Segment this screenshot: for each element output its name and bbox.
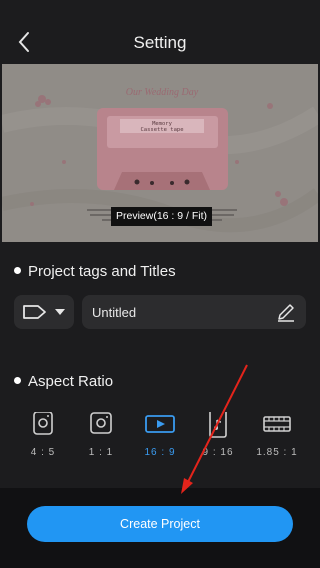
youtube-play-icon	[145, 415, 175, 433]
instagram-icon	[33, 412, 53, 435]
ratio-label: 1 : 1	[88, 447, 114, 458]
svg-text:Cassette tape: Cassette tape	[140, 127, 183, 133]
film-strip-icon	[263, 416, 291, 432]
tag-selector[interactable]	[14, 295, 74, 329]
ratio-option-9-16[interactable]: 9 : 16	[193, 404, 243, 464]
ratio-option-16-9[interactable]: 16 : 9	[135, 404, 185, 464]
tags-section-label: Project tags and Titles	[28, 263, 176, 280]
footer-bar: Create Project	[0, 488, 320, 568]
preview-panel: Our Wedding Day Memory Cassette tape Pre…	[2, 64, 318, 242]
project-title-field[interactable]: Untitled	[82, 295, 306, 329]
project-title-value: Untitled	[92, 305, 137, 320]
ratio-label: 9 : 16	[202, 447, 234, 458]
tag-icon	[23, 305, 46, 319]
aspect-ratio-options: 4 : 5 1 : 1 16 : 9 9 : 16 1.85 : 1	[0, 404, 320, 464]
aspect-section-label: Aspect Ratio	[28, 373, 114, 390]
header-bar: Setting	[0, 0, 320, 64]
tags-section-title: Project tags and Titles	[14, 263, 176, 280]
pencil-icon[interactable]	[276, 302, 296, 322]
cassette-graphic: Memory Cassette tape	[97, 108, 228, 190]
ratio-option-4-5[interactable]: 4 : 5	[18, 404, 68, 464]
aspect-section-title: Aspect Ratio	[14, 373, 113, 390]
ratio-label: 1.85 : 1	[256, 447, 298, 458]
ratio-label: 16 : 9	[144, 447, 176, 458]
ratio-option-1-1[interactable]: 1 : 1	[76, 404, 126, 464]
card-title: Our Wedding Day	[126, 87, 199, 98]
bullet-icon	[14, 376, 21, 384]
preview-label: Preview(16 : 9 / Fit)	[111, 207, 212, 226]
ratio-label: 4 : 5	[30, 447, 56, 458]
instagram-icon	[90, 412, 112, 434]
tiktok-icon	[209, 412, 227, 438]
ratio-option-1-85-1[interactable]: 1.85 : 1	[252, 404, 302, 464]
create-project-button[interactable]: Create Project	[27, 506, 293, 542]
bullet-icon	[14, 266, 21, 274]
caret-down-icon	[55, 309, 65, 315]
page-title: Setting	[133, 33, 187, 52]
